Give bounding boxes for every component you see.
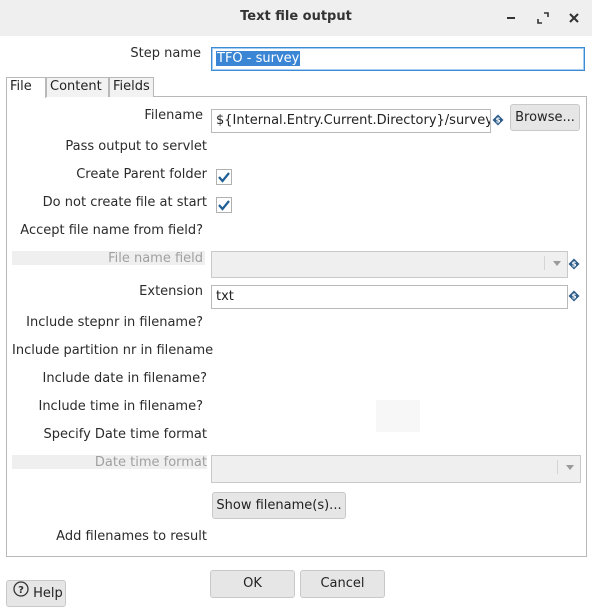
checkmark-icon [218, 172, 230, 183]
close-icon [569, 13, 579, 23]
close-button[interactable] [564, 8, 584, 28]
svg-text:$: $ [496, 117, 501, 125]
tab-fields[interactable]: Fields [109, 77, 154, 97]
include-date-label: Include date in filename? [42, 371, 207, 386]
do-not-create-checkbox[interactable] [216, 197, 232, 213]
pass-output-label: Pass output to servlet [65, 139, 207, 154]
tab-content[interactable]: Content [46, 77, 109, 97]
step-name-value: TFO - survey [216, 51, 301, 66]
maximize-icon [537, 12, 549, 24]
specify-datetime-label: Specify Date time format [43, 427, 207, 442]
include-partition-label: Include partition nr in filename [12, 343, 214, 358]
dropdown-separator [557, 460, 558, 474]
step-name-input[interactable]: TFO - survey [211, 47, 585, 71]
minimize-button[interactable] [501, 8, 521, 28]
help-icon: ? [13, 581, 29, 606]
minimize-icon [507, 17, 515, 19]
tab-content-label: Content [50, 79, 102, 94]
filename-input[interactable]: ${Internal.Entry.Current.Directory}/surv… [211, 109, 491, 133]
maximize-button[interactable] [533, 8, 553, 28]
do-not-create-label: Do not create file at start [42, 195, 207, 210]
extension-variable-icon[interactable]: $ [568, 290, 580, 306]
extension-label: Extension [139, 284, 203, 299]
svg-text:$: $ [572, 293, 577, 301]
extension-input[interactable]: txt [211, 285, 568, 309]
cancel-button[interactable]: Cancel [300, 570, 385, 598]
filename-variable-icon[interactable]: $ [492, 114, 504, 130]
step-name-label: Step name [130, 46, 201, 61]
tab-file-label: File [10, 79, 32, 94]
datetime-format-dropdown[interactable] [211, 455, 581, 483]
help-button[interactable]: ? Help [6, 580, 66, 607]
include-time-label: Include time in filename? [38, 399, 203, 414]
faint-artifact [376, 400, 420, 432]
dropdown-separator [544, 256, 545, 270]
checkmark-icon [218, 200, 230, 211]
include-stepnr-label: Include stepnr in filename? [26, 315, 203, 330]
filename-label: Filename [144, 108, 203, 123]
accept-filename-label: Accept file name from field? [20, 223, 203, 238]
file-name-field-dropdown[interactable] [211, 251, 568, 278]
browse-button[interactable]: Browse... [510, 104, 580, 131]
add-filenames-label: Add filenames to result [56, 529, 207, 544]
file-name-field-variable-icon[interactable]: $ [568, 258, 580, 274]
chevron-down-icon [566, 465, 574, 470]
chevron-down-icon [553, 261, 561, 266]
help-label: Help [33, 586, 63, 601]
ok-button[interactable]: OK [210, 570, 295, 598]
tab-file[interactable]: File [6, 77, 46, 98]
create-parent-checkbox[interactable] [216, 169, 232, 185]
svg-text:$: $ [572, 261, 577, 269]
datetime-format-label: Date time format [94, 455, 207, 470]
show-filenames-button[interactable]: Show filename(s)... [212, 492, 346, 519]
svg-text:?: ? [18, 585, 24, 596]
create-parent-label: Create Parent folder [76, 167, 207, 182]
file-name-field-label: File name field [108, 251, 203, 266]
tab-fields-label: Fields [113, 79, 150, 94]
